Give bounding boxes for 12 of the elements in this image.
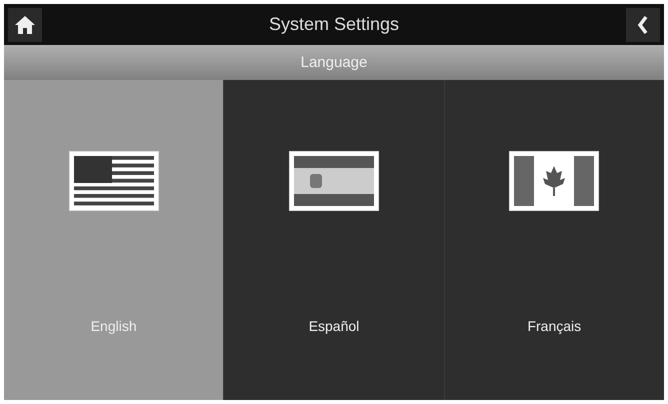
back-button[interactable] (626, 8, 660, 42)
home-button[interactable] (8, 8, 42, 42)
flag-icon (290, 152, 378, 210)
home-icon (14, 14, 36, 36)
flag-icon (510, 152, 598, 210)
back-icon (637, 14, 649, 34)
flag-icon (70, 152, 158, 210)
section-title: Language (300, 54, 368, 71)
language-label: Español (308, 318, 360, 334)
language-label: Français (527, 318, 582, 334)
window-title: System Settings (268, 14, 400, 35)
language-label: English (90, 318, 137, 334)
